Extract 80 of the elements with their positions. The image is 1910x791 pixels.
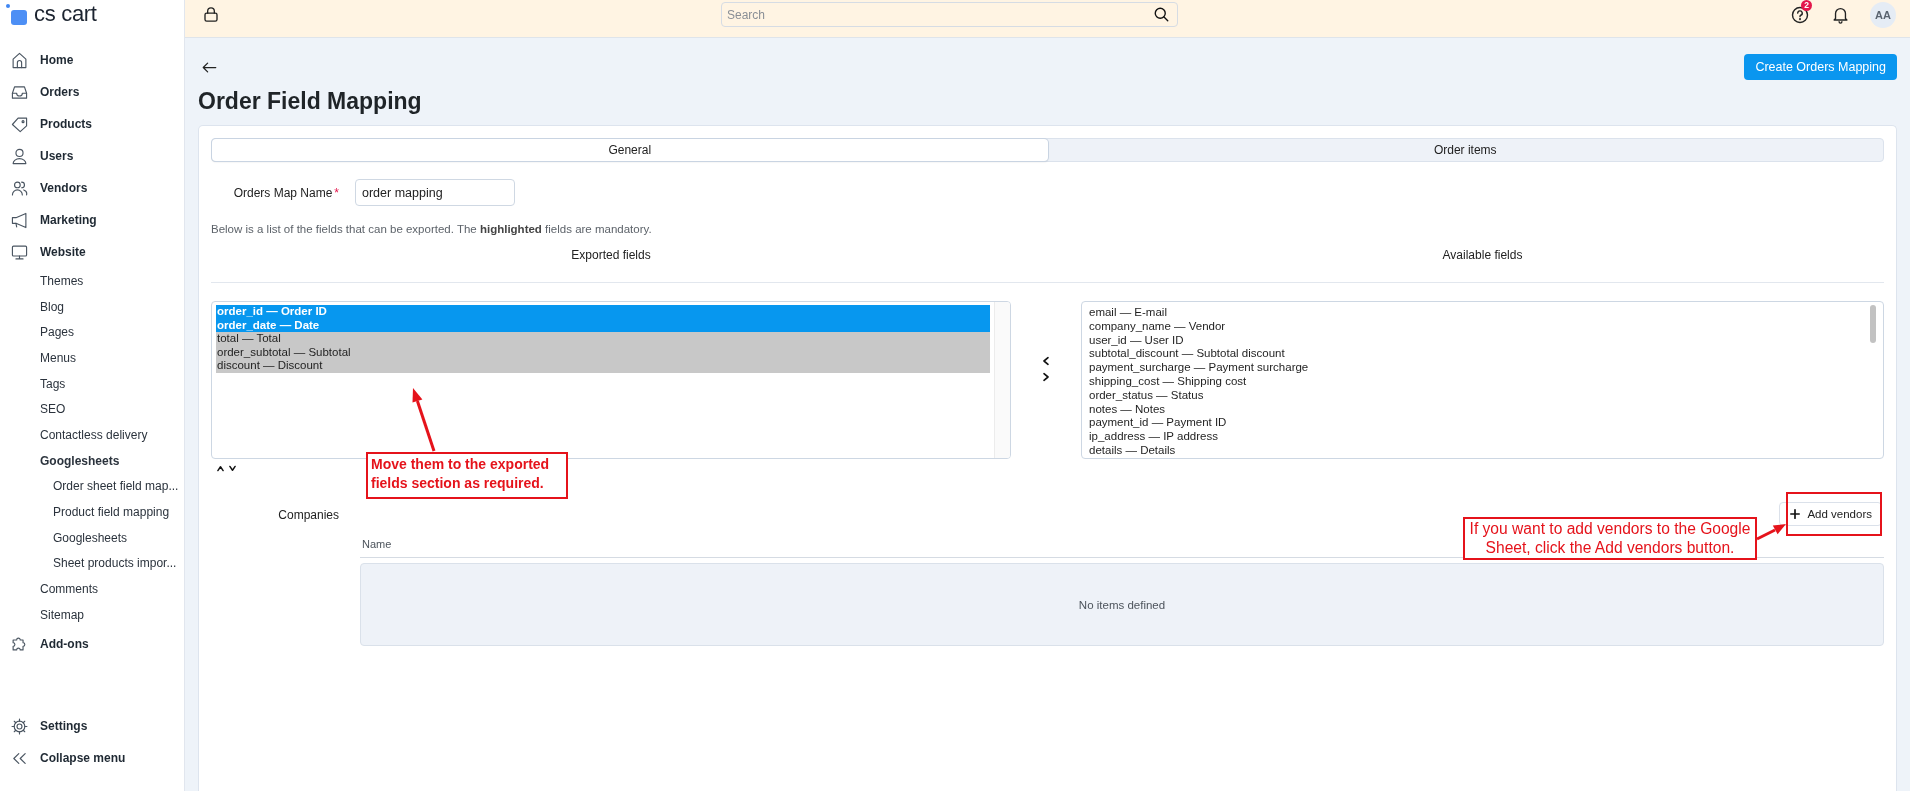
scrollbar-thumb[interactable] [1870,305,1876,343]
column-heading: Exported fields [571,248,651,262]
field-option[interactable]: company_name — Vendor [1088,319,1863,334]
nav-item[interactable]: Add-ons [0,627,184,660]
field-list-box[interactable] [1081,301,1884,459]
field-option[interactable]: total — Total [216,332,990,346]
annotation-callout: Move them to the exported fields section as required. [366,452,568,499]
field-option[interactable]: subtotal_discount — Subtotal discount [1088,347,1863,362]
nav-subitem[interactable]: Googlesheets [0,447,184,474]
notification-badge: 2 [1801,0,1812,11]
tag-icon [11,115,28,133]
nav-subitem[interactable]: Menus [0,345,184,371]
tab[interactable]: Order items [1047,139,1883,161]
monitor-icon [11,243,28,261]
bell-icon[interactable] [1832,6,1849,24]
nav-item[interactable]: Website [0,236,184,268]
empty-state-text: No items defined [1078,598,1166,611]
field-option[interactable]: discount — Discount [216,359,990,373]
chevron-down-icon[interactable] [228,464,237,472]
nav-item[interactable]: Home [0,44,184,76]
nav-subitem[interactable]: Product field mapping [0,499,184,525]
field-label: Orders Map Name * [232,185,339,200]
search-field[interactable]: Search [721,2,1178,27]
home-icon [11,51,28,69]
add-vendors-button[interactable]: Add vendors [1779,502,1882,526]
nav-subitem[interactable]: SEO [0,396,184,423]
nav-subitem[interactable]: Sheet products impor... [0,550,184,577]
nav-subitem[interactable]: Tags [0,370,184,397]
tray-icon [11,83,28,101]
annotation-arrow [412,388,436,452]
plus-icon [1790,509,1801,519]
logo-text: cs cart [34,3,97,25]
user-icon [11,147,28,165]
nav-subitem[interactable]: Comments [0,576,184,602]
field-option[interactable]: ip_address — IP address [1088,430,1863,444]
lock-icon[interactable] [203,6,219,23]
field-option[interactable]: shipping_cost — Shipping cost [1088,375,1863,389]
help-icon[interactable] [1791,6,1809,24]
page-title: Order Field Mapping [198,87,422,116]
chevron-left-icon[interactable] [1042,356,1050,366]
nav-item[interactable]: Marketing [0,204,184,236]
nav-item[interactable]: Vendors [0,172,184,204]
field-option[interactable]: details — Details [1088,443,1863,458]
nav-item[interactable]: Users [0,140,184,172]
nav-item[interactable]: Collapse menu [0,742,184,774]
chevron-right-icon[interactable] [1042,372,1050,382]
nav-item[interactable]: Orders [0,76,184,108]
megaphone-icon [11,211,28,229]
column-header: Name [362,538,392,550]
field-list-box[interactable]: order_id — Order ID order_date — Date total — Total order_subtotal — Subtotal discount — Discount [211,301,1011,459]
nav-subitem[interactable]: Themes [0,268,184,294]
tab[interactable]: General [212,139,1048,161]
help-text: Below is a list of the fields that can be exported. The highlighted fields are mandatory. [211,223,653,235]
chevron-up-icon[interactable] [216,464,225,472]
nav-subitem[interactable]: Pages [0,319,184,346]
search-icon[interactable] [1154,7,1169,22]
arrow-left-icon[interactable] [202,59,217,75]
nav-subitem[interactable]: Contactless delivery [0,422,184,448]
map-name-input[interactable]: order mapping [355,179,515,206]
nav-subitem[interactable]: Blog [0,293,184,320]
settings-icon [11,717,28,735]
nav-item[interactable]: Products [0,108,184,140]
field-option[interactable]: payment_surcharge — Payment surcharge [1088,361,1863,375]
logo-icon [6,4,28,26]
users-icon [11,179,28,197]
column-heading: Available fields [1442,248,1523,262]
field-option[interactable]: order_status — Status [1088,388,1863,403]
field-option[interactable]: notes — Notes [1088,402,1863,417]
nav-subitem[interactable]: Googlesheets [0,524,184,551]
nav-subitem[interactable]: Order sheet field map... [0,473,184,500]
nav-subitem[interactable]: Sitemap [0,601,184,628]
annotation-arrow [1756,524,1786,541]
field-label: Companies [277,507,339,522]
field-option[interactable]: payment_id — Payment ID [1088,416,1863,431]
field-option[interactable]: email — E-mail [1088,306,1863,320]
annotation-callout: If you want to add vendors to the Google Sheet, click the Add vendors button. [1463,517,1757,560]
avatar-button[interactable]: AA [1870,2,1896,28]
field-option[interactable]: user_id — User ID [1088,333,1863,348]
nav-item[interactable]: Settings [0,710,184,742]
puzzle-icon [11,635,28,653]
